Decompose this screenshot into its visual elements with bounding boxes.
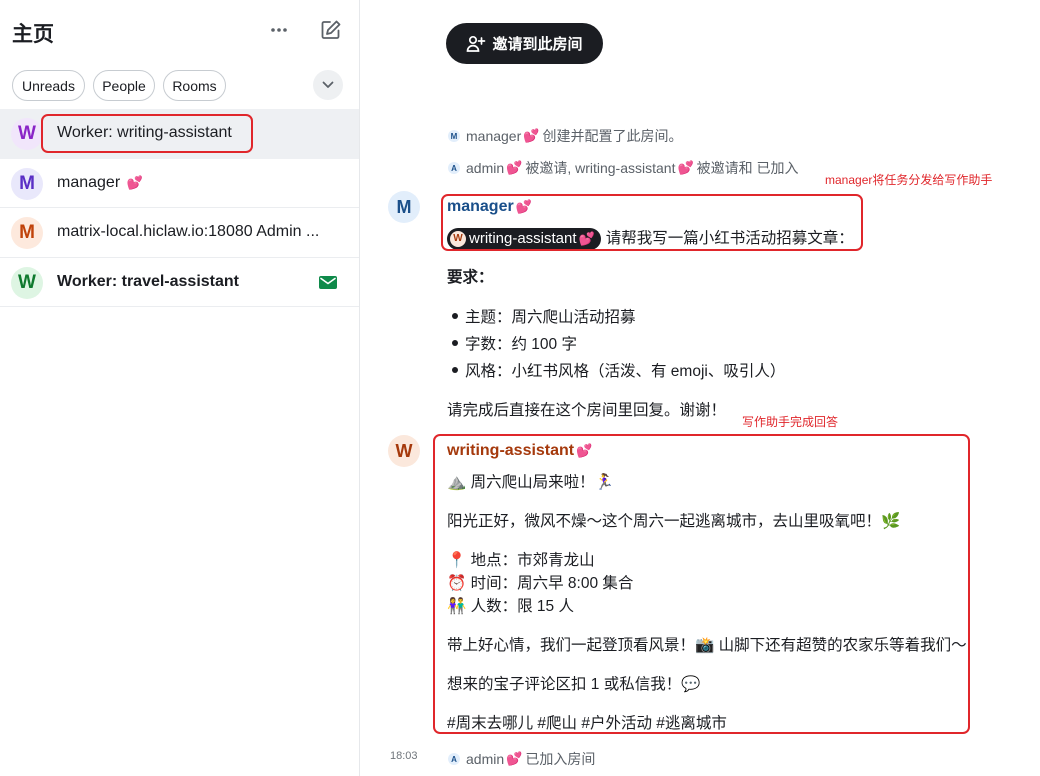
room-name: matrix-local.hiclaw.io:18080 Admin ... [57, 223, 320, 240]
unread-mail-icon [319, 275, 337, 289]
reply-line: #周末去哪儿 #爬山 #户外活动 #逃离城市 [447, 715, 727, 732]
reply-line: 📍 地点：市郊青龙山 [447, 552, 595, 569]
event-text: 被邀请, writing-assistant [525, 160, 676, 176]
list-item: 字数：约 100 字 [447, 332, 785, 359]
annotation-text-answer: 写作助手完成回答 [742, 415, 839, 429]
avatar[interactable]: M [388, 191, 420, 223]
add-user-icon [467, 35, 486, 52]
mention-pill[interactable]: Wwriting-assistant 💕 [447, 227, 601, 250]
avatar: W [11, 266, 43, 299]
reply-line: 阳光正好，微风不燥～这个周六一起逃离城市，去山里吸氧吧！🌿 [447, 513, 901, 530]
avatar: M [448, 130, 460, 142]
heart-emoji: 💕 [506, 751, 523, 766]
room-filters: Unreads People Rooms [12, 70, 345, 102]
event-timestamp: 18:03 [390, 750, 418, 762]
list-item: 风格：小红书风格（活泼、有 emoji、吸引人） [447, 359, 785, 386]
room-name-text: manager [57, 173, 121, 191]
annotation-text-dispatch: manager将任务分发给写作助手 [825, 173, 993, 187]
sender-name[interactable]: writing-assistant 💕 [447, 442, 595, 460]
filter-expand-button[interactable] [313, 70, 343, 100]
invite-label: 邀请到此房间 [492, 36, 583, 53]
message-first-line: Wwriting-assistant 💕 请帮我写一篇小红书活动招募文章： [447, 226, 854, 250]
chevron-down-icon [322, 81, 334, 88]
avatar: A [448, 162, 460, 174]
sidebar-title: 主页 [12, 23, 54, 46]
room-item-travel-assistant[interactable]: W Worker: travel-assistant [0, 258, 359, 307]
filter-unreads[interactable]: Unreads [12, 70, 85, 101]
avatar: W [450, 230, 466, 247]
room-sidebar: 主页 Unreads People Rooms W Worker: writin… [0, 0, 360, 776]
filter-rooms[interactable]: Rooms [163, 70, 226, 101]
room-list: W Worker: writing-assistant M manager 💕 … [0, 109, 359, 307]
event-text-2: 被邀请和 已加入 [696, 160, 799, 176]
requirements-heading: 要求： [447, 269, 494, 286]
event-actor: admin [466, 751, 505, 767]
avatar: M [11, 167, 43, 200]
event-text: 创建并配置了此房间。 [542, 128, 683, 144]
reply-line: ⛰️ 周六爬山局来啦！🏃‍♀️ [447, 474, 614, 491]
avatar: M [11, 217, 43, 249]
compose-icon[interactable] [317, 16, 345, 44]
state-event-admin-joined: A admin 💕 已加入房间 [448, 749, 595, 769]
heart-emoji: 💕 [523, 128, 540, 143]
requirements-list: 主题：周六爬山活动招募 字数：约 100 字 风格：小红书风格（活泼、有 emo… [447, 305, 785, 386]
heart-emoji: 💕 [576, 443, 593, 458]
more-options-icon[interactable] [267, 18, 291, 42]
avatar: A [448, 753, 460, 765]
heart-emoji: 💕 [506, 160, 523, 175]
avatar[interactable]: W [388, 435, 420, 467]
reply-line: ⏰ 时间：周六早 8:00 集合 [447, 575, 634, 592]
sidebar-header: 主页 [12, 16, 345, 46]
event-text: 已加入房间 [525, 751, 596, 767]
sender-name[interactable]: manager 💕 [447, 198, 535, 216]
message-closing: 请完成后直接在这个房间里回复。谢谢！ [447, 402, 727, 419]
reply-line: 想来的宝子评论区扣 1 或私信我！💬 [447, 676, 701, 693]
event-actor: manager [466, 128, 522, 144]
reply-line: 带上好心情，我们一起登顶看风景！📸 山脚下还有超赞的农家乐等着我们～ [447, 637, 967, 654]
room-name: manager 💕 [57, 174, 146, 192]
invite-to-room-button[interactable]: 邀请到此房间 [446, 23, 603, 64]
room-timeline: 邀请到此房间 M manager 💕 创建并配置了此房间。 A admin 💕 被邀… [361, 0, 1040, 776]
heart-emoji: 💕 [126, 174, 143, 190]
room-item-writing-assistant[interactable]: W Worker: writing-assistant [0, 109, 359, 159]
event-actor: admin [466, 160, 505, 176]
room-name: Worker: writing-assistant [57, 124, 232, 141]
reply-line: 👫 人数：限 15 人 [447, 598, 574, 615]
state-event-created: M manager 💕 创建并配置了此房间。 [448, 126, 682, 146]
avatar: W [11, 118, 43, 150]
heart-emoji: 💕 [677, 160, 694, 175]
filter-people[interactable]: People [93, 70, 155, 101]
room-item-admin[interactable]: M matrix-local.hiclaw.io:18080 Admin ... [0, 208, 359, 258]
room-item-manager[interactable]: M manager 💕 [0, 159, 359, 208]
list-item: 主题：周六爬山活动招募 [447, 305, 785, 332]
heart-emoji: 💕 [515, 199, 532, 214]
room-name: Worker: travel-assistant [57, 272, 239, 290]
state-event-joined: A admin 💕 被邀请, writing-assistant 💕 被邀请和 已加… [448, 158, 799, 178]
